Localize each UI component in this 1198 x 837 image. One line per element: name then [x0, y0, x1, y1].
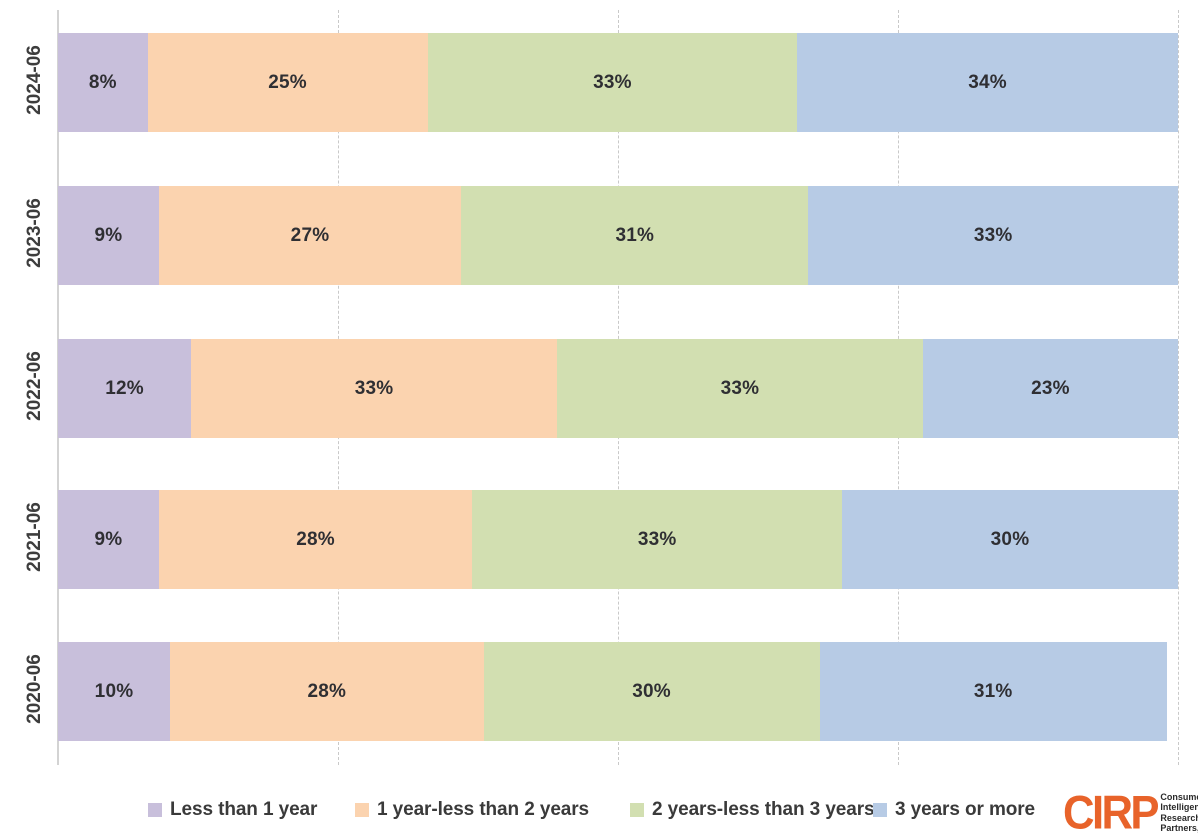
- cirp-tagline-line: Consumer: [1160, 791, 1198, 802]
- plot-area: 8% 25% 33% 34% 9% 27% 31% 33% 12% 33% 33% 23% 9% 28% 3…: [57, 10, 1179, 765]
- bar-segment: 33%: [808, 186, 1178, 285]
- cirp-tagline: Consumer Intelligence Research Partners,…: [1160, 792, 1198, 834]
- bar-segment-label: 30%: [632, 680, 671, 702]
- bar-row: 12% 33% 33% 23%: [58, 339, 1178, 438]
- bar-segment: 30%: [841, 490, 1178, 589]
- bar-segment: 12%: [58, 339, 192, 438]
- bar-segment-label: 34%: [968, 71, 1007, 93]
- y-axis-tick-label-text: 2023-06: [23, 197, 45, 268]
- bar-segment-label: 23%: [1031, 377, 1070, 399]
- bar-segment: 25%: [147, 33, 428, 132]
- bar-segment-label: 10%: [94, 680, 134, 702]
- legend-item[interactable]: 2 years-less than 3 years: [630, 799, 875, 821]
- bar-segment-label: 31%: [615, 224, 655, 246]
- legend-label: 1 year-less than 2 years: [377, 799, 590, 820]
- bar-segment: 33%: [191, 339, 557, 438]
- bar-segment-label: 33%: [354, 377, 394, 399]
- legend-label: 3 years or more: [895, 799, 1036, 820]
- legend-label: 2 years-less than 3 years: [652, 799, 875, 820]
- bar-segment: 33%: [427, 33, 798, 132]
- cirp-tagline-line: Intelligence: [1160, 802, 1198, 812]
- bar-segment: 23%: [922, 339, 1178, 438]
- bar-segment: 31%: [461, 186, 809, 285]
- legend-item[interactable]: 3 years or more: [873, 799, 1035, 821]
- legend-swatch-icon: [355, 803, 369, 817]
- bar-segment: 34%: [797, 33, 1178, 132]
- y-axis-tick-label: 2023-06: [0, 198, 56, 268]
- bar-row: 8% 25% 33% 34%: [58, 33, 1178, 132]
- y-axis-tick-label: 2024-06: [0, 45, 56, 115]
- bar-segment-label: 9%: [94, 224, 123, 246]
- bar-segment-label: 8%: [88, 71, 117, 93]
- bar-segment-label: 12%: [105, 377, 144, 399]
- chart-legend: Less than 1 year 1 year-less than 2 years…: [0, 793, 1198, 827]
- bar-row: 10% 28% 30% 31%: [58, 642, 1178, 741]
- bar-segment-label: 27%: [290, 224, 330, 246]
- bar-segment-label: 33%: [973, 224, 1013, 246]
- bar-segment-label: 33%: [720, 377, 760, 399]
- legend-item[interactable]: Less than 1 year: [148, 799, 317, 821]
- y-axis-tick-label: 2021-06: [0, 502, 56, 572]
- bar-segment: 9%: [58, 186, 159, 285]
- bar-segment-label: 9%: [94, 528, 123, 550]
- bar-segment: 28%: [158, 490, 473, 589]
- cirp-tagline-line: Research: [1160, 812, 1198, 823]
- bar-segment: 27%: [158, 186, 462, 285]
- bar-row: 9% 27% 31% 33%: [58, 186, 1178, 285]
- stacked-bar-chart: 2024-06 2023-06 2022-06 2021-06 2020-06 8% 25…: [0, 0, 1198, 837]
- y-axis-tick-label-text: 2021-06: [23, 501, 45, 572]
- gridline: [1178, 10, 1179, 765]
- legend-item[interactable]: 1 year-less than 2 years: [355, 799, 589, 821]
- y-axis-tick-label: 2022-06: [0, 351, 56, 421]
- bar-segment-label: 33%: [637, 528, 677, 550]
- legend-swatch-icon: [873, 803, 887, 817]
- bar-segment-label: 33%: [593, 71, 632, 93]
- bar-segment: 28%: [170, 642, 484, 741]
- cirp-tagline-line: Partners, LLC: [1160, 823, 1198, 833]
- bar-segment: 8%: [58, 33, 148, 132]
- y-axis-tick-label-text: 2024-06: [23, 44, 45, 115]
- y-axis-tick-label-text: 2020-06: [23, 653, 45, 724]
- legend-swatch-icon: [148, 803, 162, 817]
- legend-label: Less than 1 year: [170, 799, 318, 820]
- cirp-logo: CIRP Consumer Intelligence Research Part…: [1063, 788, 1198, 837]
- bar-segment-label: 28%: [296, 528, 335, 550]
- bar-segment: 33%: [472, 490, 842, 589]
- bar-segment: 31%: [819, 642, 1167, 741]
- bar-segment: 30%: [483, 642, 820, 741]
- bar-segment: 10%: [58, 642, 170, 741]
- bar-segment-label: 25%: [268, 71, 307, 93]
- bar-segment-label: 31%: [973, 680, 1013, 702]
- y-axis-tick-label-text: 2022-06: [23, 350, 45, 421]
- bar-segment-label: 28%: [307, 680, 347, 702]
- y-axis-tick-label: 2020-06: [0, 654, 56, 724]
- bar-segment: 9%: [58, 490, 159, 589]
- bar-segment: 33%: [557, 339, 923, 438]
- legend-swatch-icon: [630, 803, 644, 817]
- cirp-wordmark: CIRP: [1063, 785, 1160, 837]
- bar-segment-label: 30%: [990, 528, 1030, 550]
- bar-row: 9% 28% 33% 30%: [58, 490, 1178, 589]
